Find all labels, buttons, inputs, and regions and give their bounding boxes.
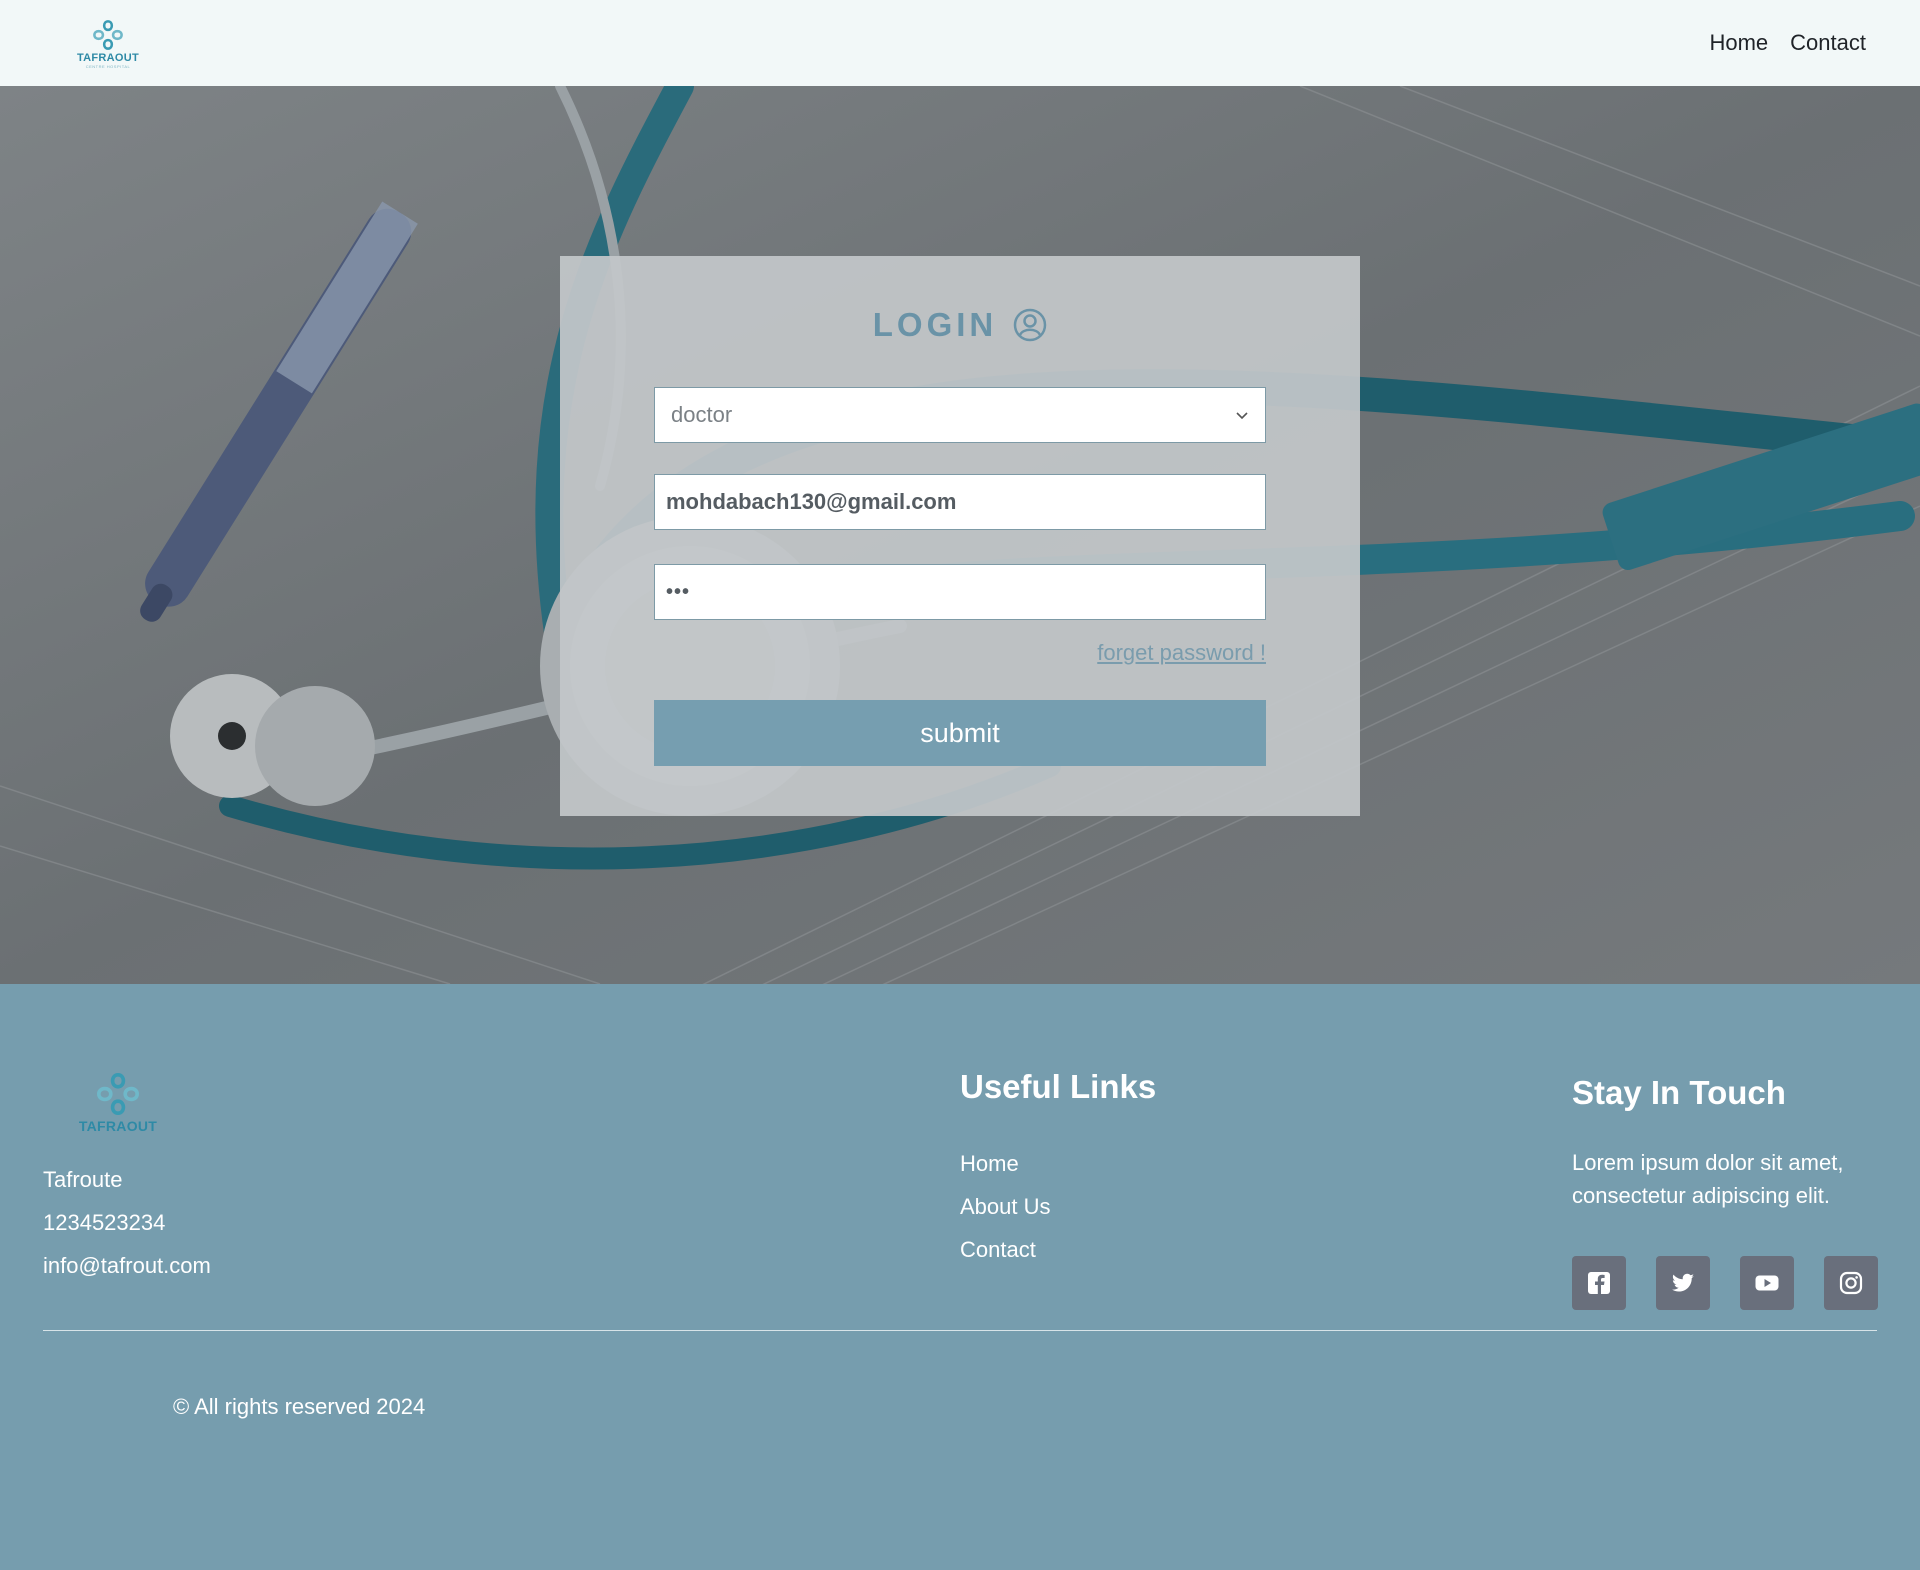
facebook-icon: [1588, 1272, 1610, 1294]
footer-email: info@tafrout.com: [43, 1253, 211, 1278]
stay-in-touch-section: Stay In Touch Lorem ipsum dolor sit amet…: [1572, 1074, 1872, 1212]
login-heading: LOGIN: [560, 306, 1360, 344]
youtube-icon: [1755, 1275, 1779, 1291]
brand-name: TAFRAOUT: [76, 51, 140, 64]
useful-links-section: Useful Links Home About Us Contact: [960, 1068, 1156, 1271]
hero-section: LOGIN doctor mohdabach130@gmail.com ••• …: [0, 86, 1920, 984]
footer-link-contact[interactable]: Contact: [960, 1228, 1156, 1271]
stay-in-touch-text: Lorem ipsum dolor sit amet, consectetur …: [1572, 1150, 1844, 1208]
twitter-icon: [1672, 1273, 1694, 1292]
role-select-value: doctor: [671, 402, 733, 427]
instagram-button[interactable]: [1824, 1256, 1878, 1310]
twitter-button[interactable]: [1656, 1256, 1710, 1310]
user-circle-icon: [1014, 308, 1047, 342]
footer-logo[interactable]: TAFRAOUT: [76, 1070, 160, 1134]
medical-cross-logo-icon: [93, 19, 123, 50]
nav-links: Home Contact: [1709, 30, 1866, 56]
top-navbar: TAFRAOUT CENTRE HOSPITAL Home Contact: [0, 0, 1920, 86]
useful-links-title: Useful Links: [960, 1068, 1157, 1105]
youtube-button[interactable]: [1740, 1256, 1794, 1310]
footer-link-home[interactable]: Home: [960, 1142, 1156, 1185]
facebook-button[interactable]: [1572, 1256, 1626, 1310]
useful-links-list: Home About Us Contact: [960, 1142, 1156, 1271]
social-links: [1572, 1256, 1878, 1310]
nav-link-home[interactable]: Home: [1709, 30, 1768, 56]
footer-phone: 1234523234: [43, 1210, 166, 1235]
email-field[interactable]: mohdabach130@gmail.com: [654, 474, 1266, 530]
footer-link-about-us[interactable]: About Us: [960, 1185, 1156, 1228]
brand-subtitle: CENTRE HOSPITAL: [85, 63, 131, 69]
submit-button[interactable]: submit: [654, 700, 1266, 766]
chevron-down-icon: [1236, 412, 1248, 420]
footer-contact-info: Tafroute 1234523234 info@tafrout.com: [43, 1158, 211, 1287]
login-title: LOGIN: [872, 306, 998, 343]
brand-logo[interactable]: TAFRAOUT CENTRE HOSPITAL: [76, 18, 140, 69]
footer-address: Tafroute: [43, 1167, 123, 1192]
copyright-text: © All rights reserved 2024: [173, 1394, 426, 1419]
email-value: mohdabach130@gmail.com: [666, 489, 957, 514]
password-mask: •••: [666, 580, 691, 603]
password-field[interactable]: •••: [654, 564, 1266, 620]
nav-link-contact[interactable]: Contact: [1790, 30, 1866, 56]
medical-cross-logo-icon: [96, 1072, 140, 1116]
role-select[interactable]: doctor: [654, 387, 1266, 443]
stay-in-touch-title: Stay In Touch: [1572, 1074, 1786, 1111]
footer-divider: [43, 1330, 1877, 1331]
login-card: LOGIN doctor mohdabach130@gmail.com ••• …: [560, 256, 1360, 816]
instagram-icon: [1839, 1271, 1863, 1295]
footer-brand-name: TAFRAOUT: [78, 1118, 158, 1134]
forget-password-link[interactable]: forget password !: [1097, 640, 1266, 666]
footer: TAFRAOUT Tafroute 1234523234 info@tafrou…: [0, 984, 1920, 1570]
